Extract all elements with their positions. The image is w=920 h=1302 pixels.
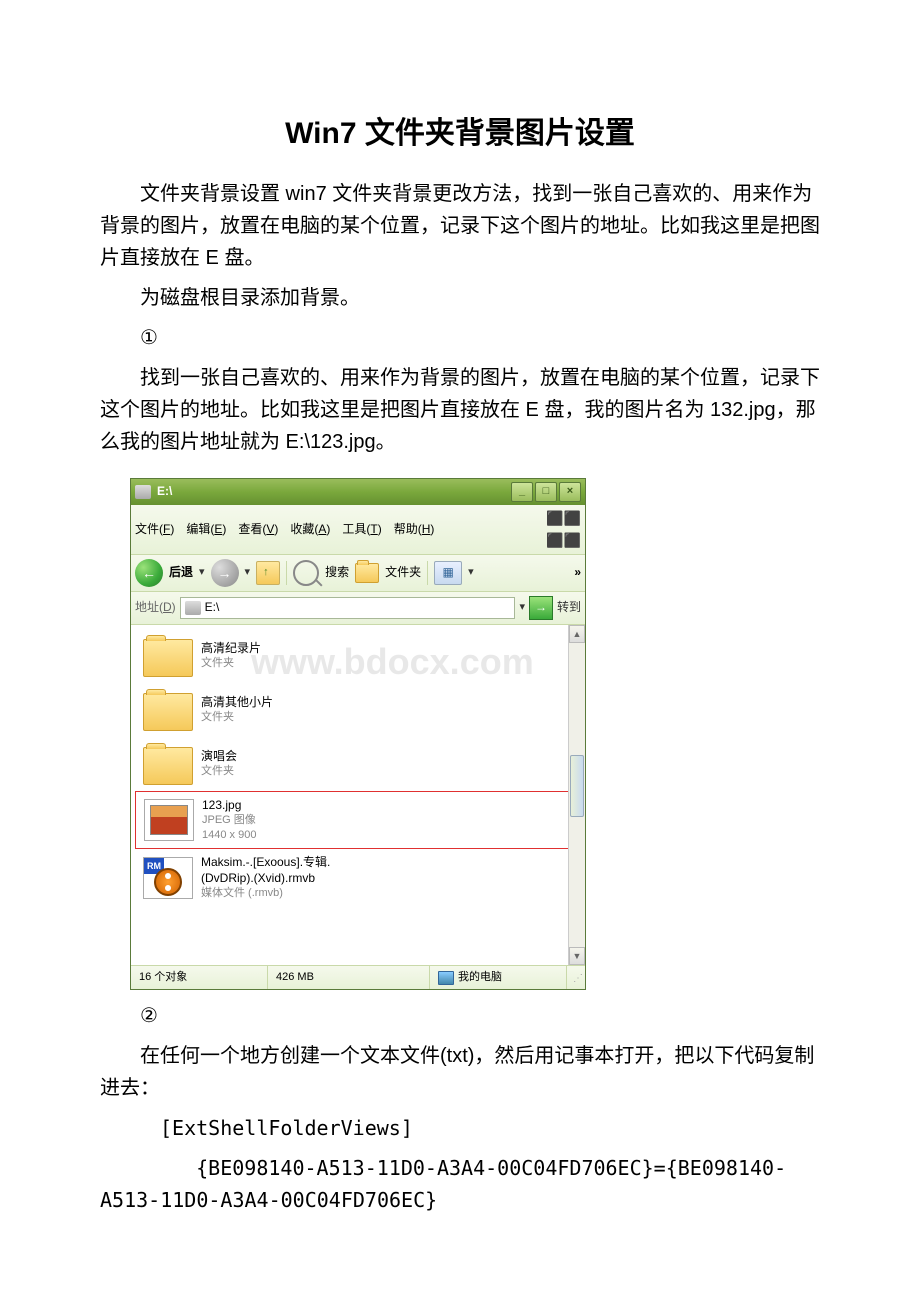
code-line-2: {BE098140-A513-11D0-A3A4-00C04FD706EC}={… <box>100 1152 820 1216</box>
address-path: E:\ <box>205 598 220 617</box>
window-titlebar[interactable]: E:\ _ □ × <box>131 479 585 505</box>
menu-tools[interactable]: 工具(T) <box>342 520 381 539</box>
code-line-1: [ExtShellFolderViews] <box>100 1112 820 1144</box>
menu-edit[interactable]: 编辑(E) <box>186 520 226 539</box>
address-label: 地址(D) <box>135 598 176 617</box>
address-input[interactable]: E:\ <box>180 597 516 619</box>
views-button[interactable]: ▦ <box>434 561 462 585</box>
forward-dropdown-icon[interactable]: ▾ <box>245 564 251 582</box>
forward-button[interactable]: → <box>211 559 239 587</box>
vertical-scrollbar[interactable]: ▲ ▼ <box>568 625 585 965</box>
item-name: Maksim.-.[Exoous].专辑. <box>201 855 330 871</box>
step-1-text: 找到一张自己喜欢的、用来作为背景的图片，放置在电脑的某个位置，记录下这个图片的地… <box>100 362 820 458</box>
step-1-number: ① <box>100 322 820 354</box>
file-list-pane[interactable]: www.bdocx.com 高清纪录片 文件夹 高清其他小片 文件夹 演唱会 <box>131 625 585 965</box>
minimize-button[interactable]: _ <box>511 482 533 502</box>
list-item[interactable]: 高清其他小片 文件夹 <box>135 683 581 737</box>
menu-view[interactable]: 查看(V) <box>238 520 278 539</box>
up-folder-button[interactable] <box>256 561 280 585</box>
computer-icon <box>438 971 454 985</box>
go-label: 转到 <box>557 598 581 617</box>
video-file-icon: RM <box>143 857 193 899</box>
status-location: 我的电脑 <box>430 966 567 990</box>
drive-icon <box>185 601 201 615</box>
maximize-button[interactable]: □ <box>535 482 557 502</box>
toolbar: ← 后退 ▾ → ▾ 搜索 文件夹 ▦ ▾ » <box>131 555 585 592</box>
scroll-up-button[interactable]: ▲ <box>569 625 585 643</box>
document-title: Win7 文件夹背景图片设置 <box>100 110 820 158</box>
step-2-number: ② <box>100 1000 820 1032</box>
status-object-count: 16 个对象 <box>131 966 268 990</box>
scroll-thumb[interactable] <box>570 755 584 817</box>
item-meta: JPEG 图像 <box>202 813 256 827</box>
list-item-selected[interactable]: 123.jpg JPEG 图像 1440 x 900 <box>135 791 581 849</box>
search-label: 搜索 <box>325 563 349 582</box>
drive-icon <box>135 485 151 499</box>
resize-grip-icon[interactable]: ⋰ <box>567 966 585 990</box>
menu-bar: 文件(F) 编辑(E) 查看(V) 收藏(A) 工具(T) 帮助(H) ⬛⬛⬛⬛ <box>131 505 585 555</box>
folder-icon <box>143 639 193 677</box>
explorer-window: E:\ _ □ × 文件(F) 编辑(E) 查看(V) 收藏(A) 工具(T) … <box>130 478 586 990</box>
close-button[interactable]: × <box>559 482 581 502</box>
list-item[interactable]: 演唱会 文件夹 <box>135 737 581 791</box>
item-name: 高清纪录片 <box>201 641 261 657</box>
windows-logo-icon: ⬛⬛⬛⬛ <box>546 507 581 552</box>
views-dropdown-icon[interactable]: ▾ <box>468 564 474 582</box>
status-size: 426 MB <box>268 966 430 990</box>
address-dropdown-icon[interactable]: ▾ <box>519 599 525 617</box>
folders-icon[interactable] <box>355 563 379 583</box>
item-meta: 文件夹 <box>201 656 261 670</box>
menu-favorites[interactable]: 收藏(A) <box>290 520 330 539</box>
window-title: E:\ <box>157 482 511 501</box>
back-label: 后退 <box>169 563 193 582</box>
folders-label: 文件夹 <box>385 563 421 582</box>
menu-file[interactable]: 文件(F) <box>135 520 174 539</box>
address-bar: 地址(D) E:\ ▾ → 转到 <box>131 592 585 625</box>
menu-help[interactable]: 帮助(H) <box>394 520 435 539</box>
item-name: 123.jpg <box>202 798 256 814</box>
folder-icon <box>143 693 193 731</box>
step-root: 为磁盘根目录添加背景。 <box>100 282 820 314</box>
item-name: 演唱会 <box>201 749 237 765</box>
item-name: 高清其他小片 <box>201 695 273 711</box>
item-name-line2: (DvDRip).(Xvid).rmvb <box>201 871 330 887</box>
toolbar-overflow-icon[interactable]: » <box>574 563 581 582</box>
folder-icon <box>143 747 193 785</box>
step-2-text: 在任何一个地方创建一个文本文件(txt)，然后用记事本打开，把以下代码复制进去： <box>100 1040 820 1104</box>
intro-paragraph: 文件夹背景设置 win7 文件夹背景更改方法，找到一张自己喜欢的、用来作为背景的… <box>100 178 820 274</box>
status-bar: 16 个对象 426 MB 我的电脑 ⋰ <box>131 965 585 990</box>
search-icon[interactable] <box>293 560 319 586</box>
go-button[interactable]: → <box>529 596 553 620</box>
item-meta: 媒体文件 (.rmvb) <box>201 886 330 900</box>
image-file-icon <box>144 799 194 841</box>
back-dropdown-icon[interactable]: ▾ <box>199 564 205 582</box>
item-meta: 文件夹 <box>201 764 237 778</box>
item-meta: 1440 x 900 <box>202 828 256 842</box>
list-item[interactable]: 高清纪录片 文件夹 <box>135 629 581 683</box>
scroll-down-button[interactable]: ▼ <box>569 947 585 965</box>
item-meta: 文件夹 <box>201 710 273 724</box>
back-button[interactable]: ← <box>135 559 163 587</box>
list-item[interactable]: RM Maksim.-.[Exoous].专辑. (DvDRip).(Xvid)… <box>135 849 581 906</box>
